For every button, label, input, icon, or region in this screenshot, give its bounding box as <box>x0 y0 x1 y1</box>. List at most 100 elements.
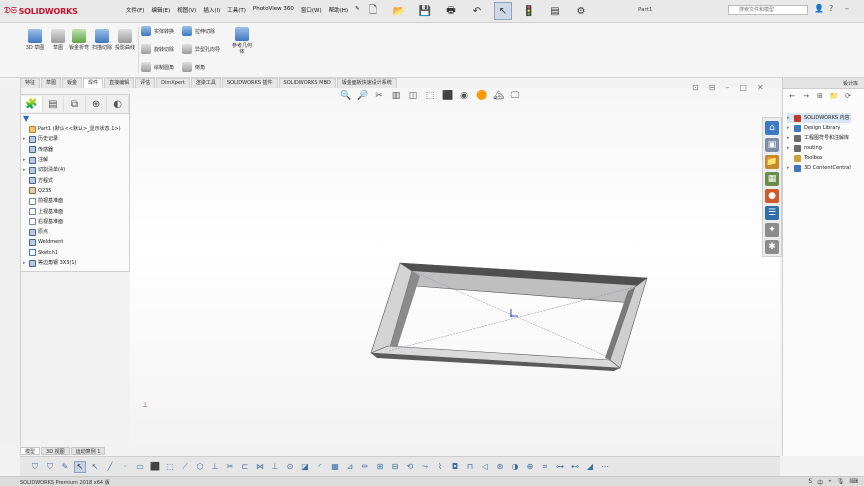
expand-arrow-icon[interactable]: ▸ <box>787 133 794 143</box>
filter-icon[interactable]: ▼ <box>21 114 129 124</box>
menu-insert[interactable]: 插入(I) <box>203 6 220 14</box>
tree-item[interactable]: ▸ 等边角钢 3X3(1) <box>23 258 129 268</box>
tree-item[interactable]: 方程式 <box>23 175 129 185</box>
appearance-bottom-icon[interactable]: ◑ <box>510 462 520 472</box>
options-icon[interactable]: ⚙ <box>572 2 590 20</box>
tree-item[interactable]: 上视基准面 <box>23 206 129 216</box>
add-file-location-icon[interactable]: 📁 <box>829 91 839 101</box>
command-tab[interactable]: SOLIDWORKS MBD <box>278 78 336 88</box>
bottom-tab[interactable]: 模型 <box>20 447 41 455</box>
tree-item[interactable]: 右视基准面 <box>23 217 129 227</box>
edit-appearance-icon[interactable]: 🟠 <box>476 91 487 101</box>
property-manager-tab-icon[interactable]: ▤ <box>43 96 65 112</box>
more-bottom-icon[interactable]: ⋯ <box>600 462 610 472</box>
ime-chinese-icon[interactable]: 中 <box>817 478 823 486</box>
loft-bottom-icon[interactable]: ⌇ <box>435 462 445 472</box>
menu-view[interactable]: 视图(V) <box>177 6 196 14</box>
shell-bottom-icon[interactable]: ◘ <box>450 462 460 472</box>
open-icon[interactable]: 📂 <box>390 2 408 20</box>
filter-edges-icon[interactable]: ✎ <box>60 462 70 472</box>
fillet-bottom-icon[interactable]: ◜ <box>315 462 325 472</box>
file-properties-icon[interactable]: ▤ <box>546 2 564 20</box>
ime-icon[interactable]: S <box>808 478 812 486</box>
save-icon[interactable]: 💾 <box>416 2 434 20</box>
tile-view-icon[interactable]: ⊟ <box>709 83 716 92</box>
dimension-icon[interactable]: ⊥ <box>210 462 220 472</box>
expand-arrow-icon[interactable]: ▸ <box>787 163 794 173</box>
configuration-manager-tab-icon[interactable]: ⧉ <box>64 96 86 112</box>
command-tab[interactable]: 特征 <box>20 78 41 88</box>
mirror-icon[interactable]: ⋈ <box>255 462 265 472</box>
punctuation-icon[interactable]: • <box>828 478 832 486</box>
extrude-bottom-icon[interactable]: ⊞ <box>375 462 385 472</box>
select-icon[interactable]: ↖ <box>494 2 512 20</box>
revolve-bottom-icon[interactable]: ⟲ <box>405 462 415 472</box>
design-checker-icon[interactable]: ✱ <box>765 240 779 254</box>
hide-show-icon[interactable]: ◉ <box>459 91 469 101</box>
extruded-cut-button[interactable]: 拉伸切除 <box>182 26 215 36</box>
view-settings-icon[interactable]: 🖵 <box>510 91 520 101</box>
expand-arrow-icon[interactable]: ▸ <box>787 113 794 123</box>
library-item[interactable]: ▸ 工程图符号和注解库 <box>787 133 851 143</box>
command-tab[interactable]: 焊件 <box>83 78 104 88</box>
line-icon[interactable]: ╱ <box>105 462 115 472</box>
bottom-tab[interactable]: 运动算例 1 <box>70 447 106 455</box>
tree-item[interactable]: ▸ 注解 <box>23 155 129 165</box>
hole-icon[interactable]: ⊙ <box>285 462 295 472</box>
swept-cut-button[interactable]: 扫描切除 <box>90 29 114 51</box>
command-tab[interactable]: 评估 <box>135 78 156 88</box>
reference-geometry-button[interactable]: 参考几何体 <box>230 27 254 55</box>
expand-arrow-icon[interactable]: ▸ <box>787 143 794 153</box>
offset-icon[interactable]: ⊏ <box>240 462 250 472</box>
tree-item[interactable]: Sketch1 <box>23 248 129 258</box>
gusset-bottom-icon[interactable]: ◢ <box>585 462 595 472</box>
relation-icon[interactable]: ⊥ <box>270 462 280 472</box>
forward-icon[interactable]: → <box>801 91 811 101</box>
tree-item[interactable]: 传感器 <box>23 145 129 155</box>
command-tab[interactable]: DimXpert <box>156 78 190 88</box>
measure-icon[interactable]: ⊿ <box>345 462 355 472</box>
section-view-icon[interactable]: ▥ <box>391 91 401 101</box>
mic-icon[interactable]: 🎙 <box>837 478 845 486</box>
menu-tools[interactable]: 工具(T) <box>227 6 246 14</box>
weldment-frame[interactable] <box>370 262 648 371</box>
slot-icon[interactable]: ⟋ <box>180 462 190 472</box>
view-orientation-icon[interactable]: ⬚ <box>425 91 435 101</box>
tree-item[interactable]: ▸ 历史记录 <box>23 134 129 144</box>
minimize-view-icon[interactable]: – <box>725 83 729 92</box>
cube-icon[interactable]: ⬛ <box>150 462 160 472</box>
tree-item[interactable]: 前视基准面 <box>23 196 129 206</box>
filter-vertices-icon[interactable]: ⛉ <box>45 462 55 472</box>
rib-bottom-icon[interactable]: ⊓ <box>465 462 475 472</box>
rectangle-icon[interactable]: ▭ <box>135 462 145 472</box>
point-icon[interactable]: · <box>120 462 130 472</box>
select-tool-icon[interactable]: ↖ <box>74 460 86 473</box>
pattern-icon[interactable]: ▦ <box>330 462 340 472</box>
back-icon[interactable]: ← <box>787 91 797 101</box>
sheet-metal-bend-button[interactable]: 钣金折弯 <box>68 29 90 51</box>
command-tab[interactable]: 渲染工具 <box>190 78 221 88</box>
command-tab[interactable]: SOLIDWORKS 插件 <box>221 78 278 88</box>
filter-icon-bottom[interactable]: ⛉ <box>30 462 40 472</box>
tree-item[interactable]: Part1 (默认<<默认>_显示状态 1>) <box>23 124 129 134</box>
hole-wizard-button[interactable]: 异型孔向导 <box>182 44 220 54</box>
rebuild-icon[interactable]: 🚦 <box>520 2 538 20</box>
close-view-icon[interactable]: ✕ <box>757 83 764 92</box>
help-icon[interactable]: ? <box>829 4 833 13</box>
display-manager-tab-icon[interactable]: ◐ <box>107 96 129 112</box>
sweep-bottom-icon[interactable]: ⤳ <box>420 462 430 472</box>
chamfer-bottom-icon[interactable]: ◪ <box>300 462 310 472</box>
weld-bottom-icon[interactable]: ⊕ <box>525 462 535 472</box>
library-item[interactable]: Toolbox <box>787 153 851 163</box>
command-tab[interactable]: 钣金面板快速设计系统 <box>336 78 397 88</box>
library-item[interactable]: ▸ SOLIDWORKS 内容 <box>787 113 851 123</box>
home-icon[interactable]: ⌂ <box>765 121 779 135</box>
custom-properties-icon[interactable]: ☰ <box>765 206 779 220</box>
endcap-bottom-icon[interactable]: ⊷ <box>570 462 580 472</box>
restore-view-icon[interactable]: ⊡ <box>692 83 699 92</box>
tree-item[interactable]: Q235 <box>23 186 129 196</box>
structure-bottom-icon[interactable]: ⌗ <box>540 462 550 472</box>
bottom-tab[interactable]: 3D 视图 <box>41 447 70 455</box>
new-icon[interactable]: 🗋 <box>364 2 382 20</box>
appearances-icon[interactable]: ● <box>765 189 779 203</box>
